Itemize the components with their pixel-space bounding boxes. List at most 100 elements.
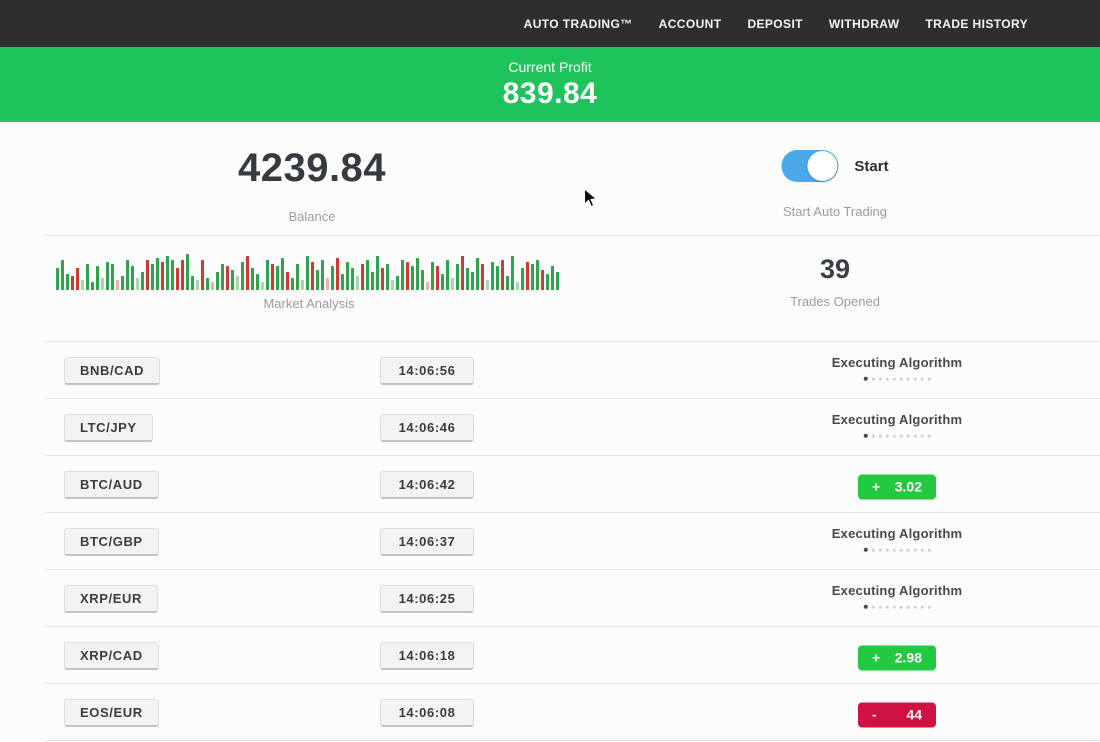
progress-dot: [864, 605, 868, 609]
toggle-start-label: Start: [854, 158, 888, 175]
progress-dot: [893, 605, 896, 608]
balance-label: Balance: [238, 209, 386, 224]
chart-bar: [206, 278, 209, 290]
chart-bar: [471, 272, 474, 290]
balance-block: 4239.84 Balance: [238, 146, 386, 224]
trade-row: XRP/CAD 14:06:18 +2.98: [0, 627, 1100, 684]
progress-dot: [893, 548, 896, 551]
toggle-knob: [807, 151, 837, 181]
progress-dot: [879, 434, 882, 437]
chart-bar: [501, 260, 504, 290]
progress-dot: [914, 377, 917, 380]
chart-bar: [196, 280, 199, 290]
chart-bar: [526, 262, 529, 290]
chart-bar: [541, 270, 544, 290]
executing-algorithm-label: Executing Algorithm: [832, 582, 962, 597]
trade-row: XRP/EUR 14:06:25 Executing Algorithm: [0, 570, 1100, 627]
nav-item[interactable]: ACCOUNT: [659, 17, 722, 31]
chart-bar: [456, 264, 459, 290]
progress-dot: [872, 377, 875, 380]
progress-dot: [907, 377, 910, 380]
chart-bar: [96, 266, 99, 290]
progress-dot: [914, 434, 917, 437]
chart-bar: [221, 264, 224, 290]
trade-result: Executing Algorithm: [832, 414, 962, 441]
chart-bar: [151, 264, 154, 290]
executing-progress-dots: [832, 548, 962, 552]
auto-trading-caption: Start Auto Trading: [781, 204, 888, 219]
chart-bar: [176, 268, 179, 290]
chart-bar: [431, 262, 434, 290]
executing-algorithm-label: Executing Algorithm: [832, 354, 962, 369]
progress-dot: [928, 377, 931, 380]
chart-bar: [106, 262, 109, 290]
trade-pair-badge: BTC/AUD: [64, 471, 159, 499]
chart-bar: [266, 260, 269, 290]
chart-bar: [396, 276, 399, 290]
chart-bar: [531, 264, 534, 290]
trade-pair-badge: XRP/EUR: [64, 585, 158, 613]
executing-algorithm-label: Executing Algorithm: [832, 525, 962, 540]
chart-bar: [521, 268, 524, 290]
trade-pair-badge: LTC/JPY: [64, 414, 153, 442]
chart-bar: [386, 264, 389, 290]
progress-dot: [864, 434, 868, 438]
badge-sign: -: [872, 707, 877, 723]
nav-item[interactable]: AUTO TRADING™: [524, 17, 633, 31]
chart-bar: [256, 274, 259, 290]
progress-dot: [879, 548, 882, 551]
chart-bar: [476, 258, 479, 290]
chart-bar: [346, 262, 349, 290]
main-content: 4239.84 Balance Start Start Auto Trading…: [0, 122, 1100, 741]
chart-bar: [491, 262, 494, 290]
chart-bar: [421, 270, 424, 290]
trade-pair-badge: BTC/GBP: [64, 528, 159, 556]
chart-bar: [271, 264, 274, 290]
chart-bar: [481, 264, 484, 290]
nav-item[interactable]: DEPOSIT: [747, 17, 802, 31]
chart-bar: [461, 256, 464, 290]
nav-item[interactable]: WITHDRAW: [829, 17, 900, 31]
progress-dot: [900, 605, 903, 608]
chart-bar: [136, 278, 139, 290]
trade-time-badge: 14:06:18: [380, 642, 474, 670]
progress-dot: [928, 548, 931, 551]
progress-dot: [907, 434, 910, 437]
chart-bar: [116, 280, 119, 290]
chart-bar: [66, 274, 69, 290]
chart-bar: [216, 272, 219, 290]
chart-bar: [296, 264, 299, 290]
chart-bar: [306, 256, 309, 290]
chart-bar: [536, 260, 539, 290]
chart-bar: [546, 274, 549, 290]
nav-item[interactable]: TRADE HISTORY: [925, 17, 1028, 31]
auto-trading-toggle[interactable]: [781, 150, 838, 182]
trade-row: LTC/JPY 14:06:46 Executing Algorithm: [0, 399, 1100, 456]
trade-time-badge: 14:06:37: [380, 528, 474, 556]
chart-bar: [451, 278, 454, 290]
progress-dot: [864, 548, 868, 552]
trade-row: EOS/EUR 14:06:08 -44: [0, 684, 1100, 741]
badge-sign: +: [872, 479, 880, 495]
chart-bar: [441, 274, 444, 290]
market-analysis-chart: [56, 252, 562, 290]
badge-value: 3.02: [895, 479, 922, 495]
executing-algorithm-label: Executing Algorithm: [832, 411, 962, 426]
chart-bar: [336, 258, 339, 290]
progress-dot: [893, 434, 896, 437]
chart-bar: [326, 278, 329, 290]
trade-time-badge: 14:06:08: [380, 699, 474, 727]
chart-bar: [186, 254, 189, 290]
trade-result: Executing Algorithm: [832, 528, 962, 555]
trade-status-executing: Executing Algorithm: [832, 411, 962, 438]
chart-bar: [551, 266, 554, 290]
progress-dot: [879, 605, 882, 608]
trade-result: +3.02: [858, 472, 936, 497]
trade-result: Executing Algorithm: [832, 357, 962, 384]
top-nav: AUTO TRADING™ ACCOUNT DEPOSIT WITHDRAW TRADE…: [0, 0, 1100, 47]
chart-bar: [316, 270, 319, 290]
badge-value: 44: [906, 707, 922, 723]
chart-bar: [301, 280, 304, 290]
trade-result: Executing Algorithm: [832, 585, 962, 612]
chart-bar: [351, 268, 354, 290]
